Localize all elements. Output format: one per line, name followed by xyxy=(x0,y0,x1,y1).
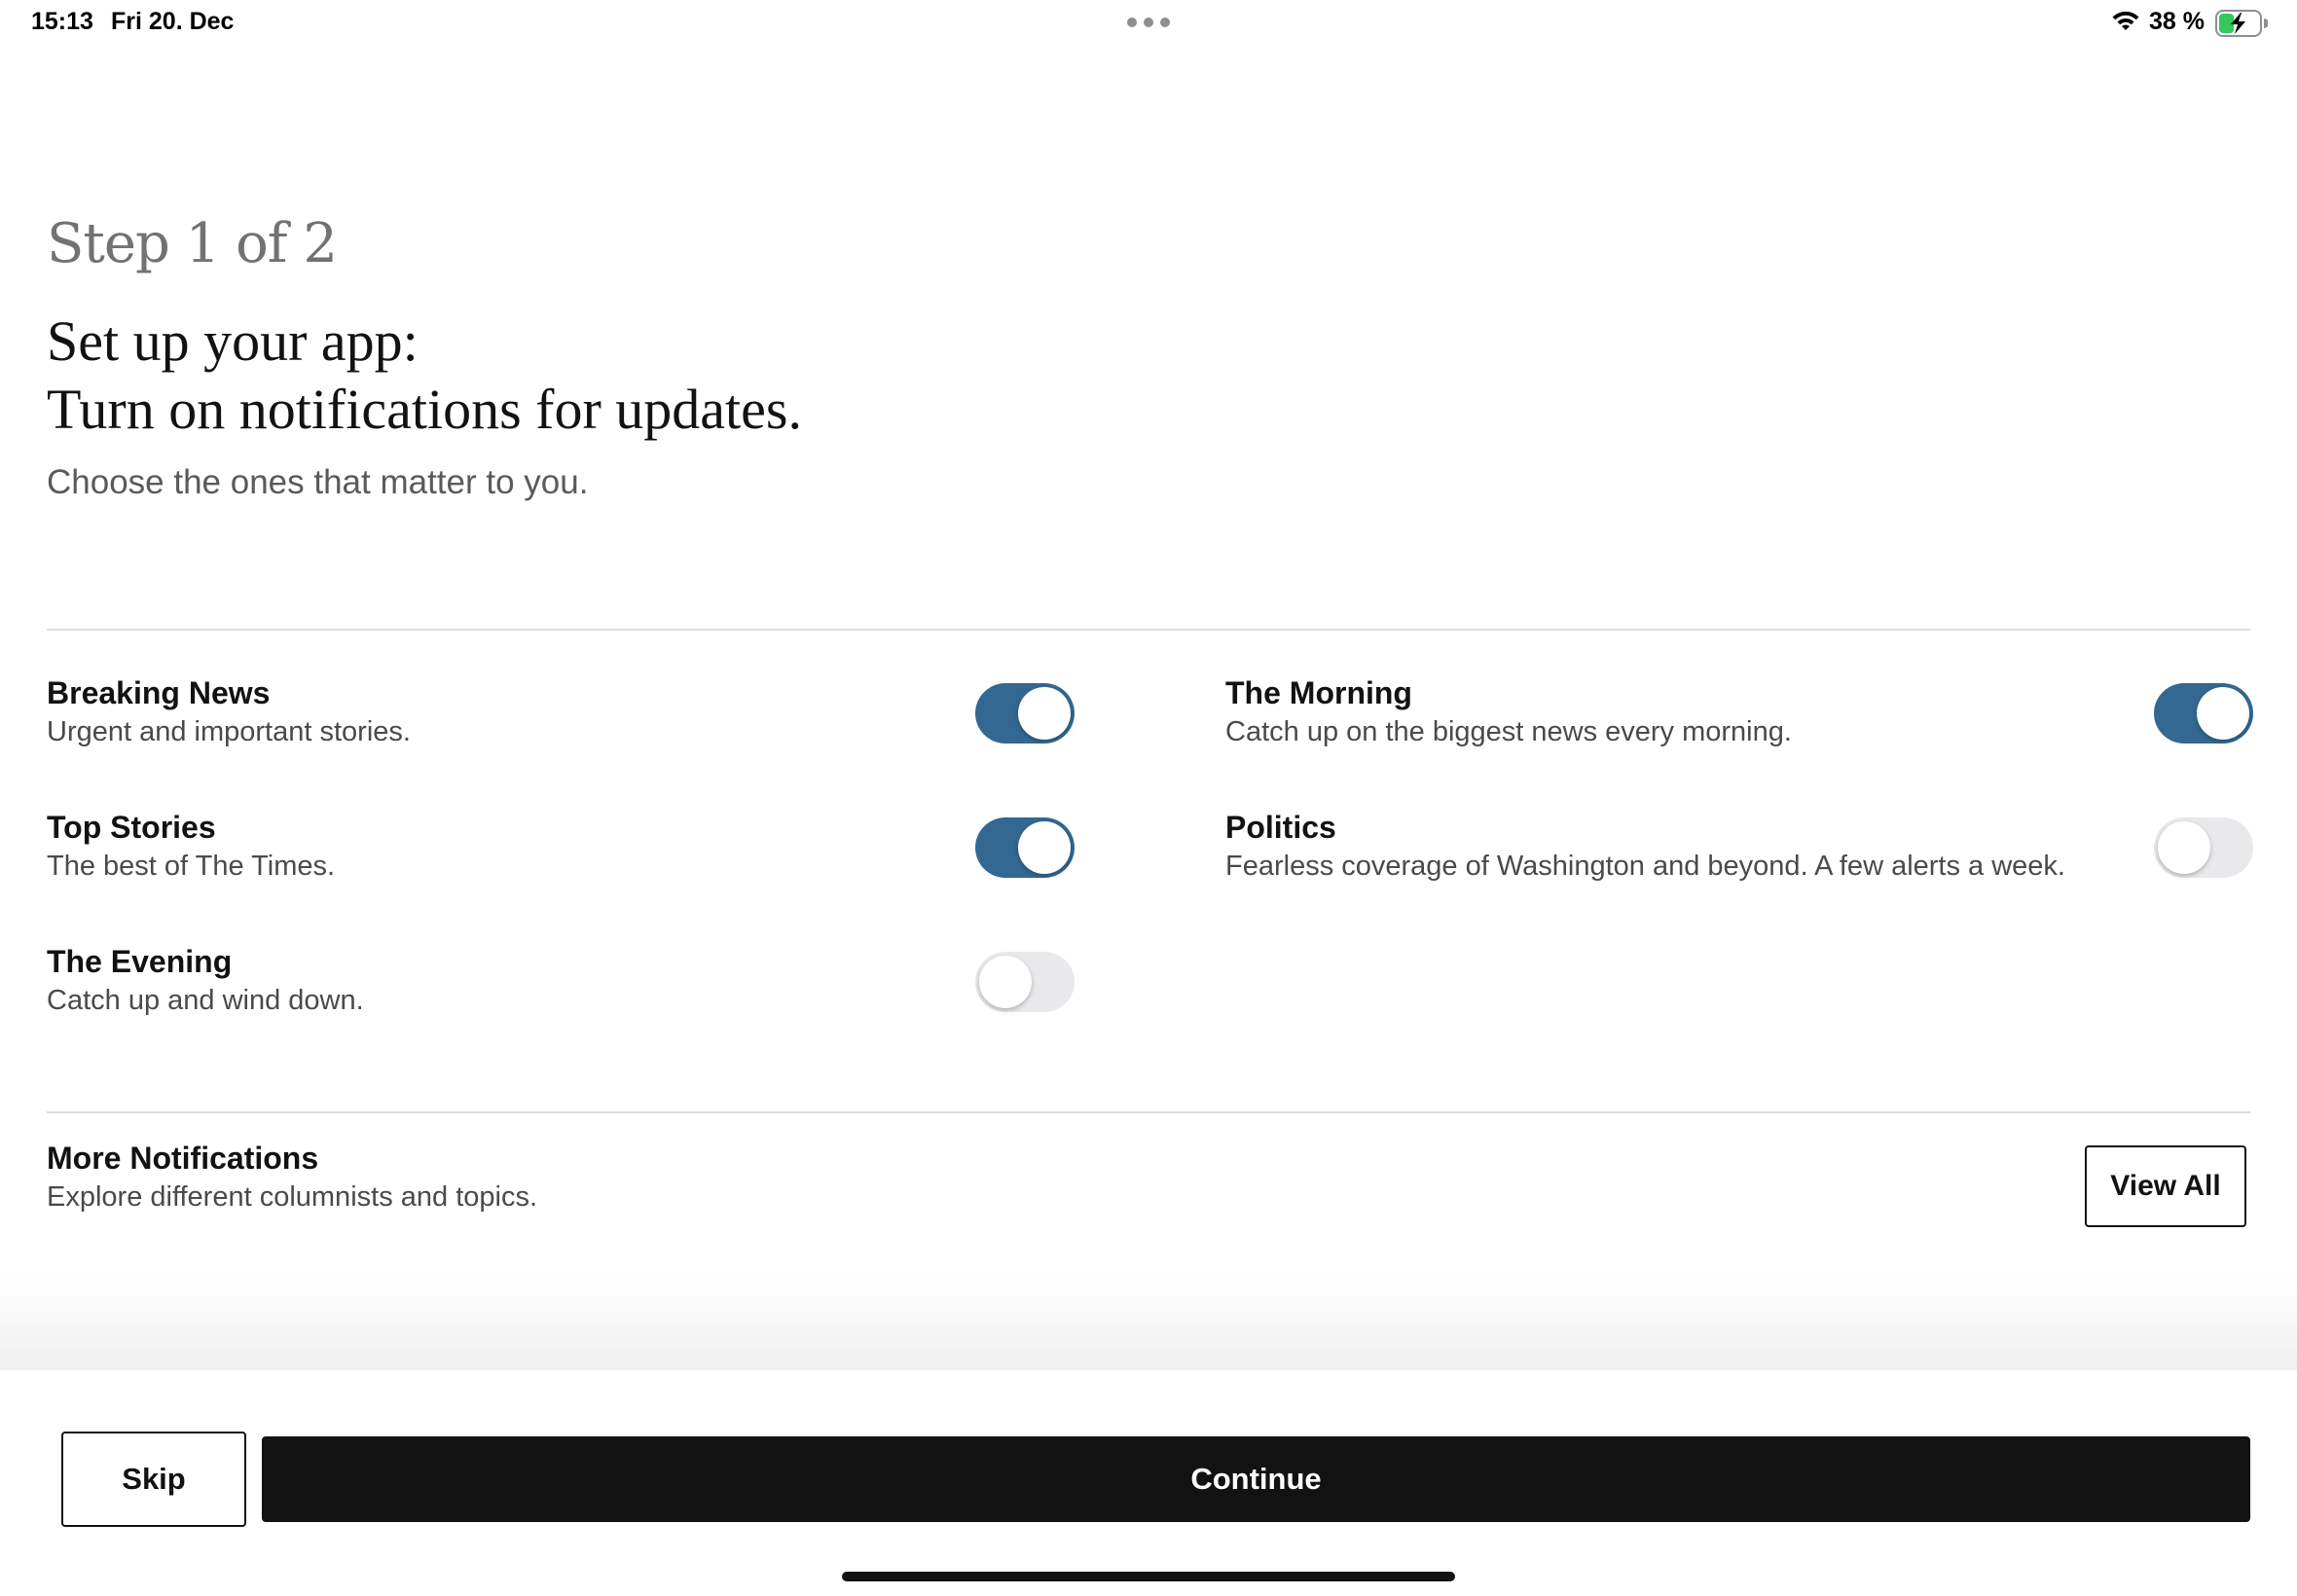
notification-title: Top Stories xyxy=(47,810,216,845)
page-subtitle: Choose the ones that matter to you. xyxy=(47,463,589,501)
notification-title: The Morning xyxy=(1225,675,1412,710)
continue-button[interactable]: Continue xyxy=(262,1436,2250,1522)
battery-percent: 38 % xyxy=(2149,8,2205,35)
status-date: Fri 20. Dec xyxy=(111,8,235,35)
view-all-button[interactable]: View All xyxy=(2085,1145,2246,1227)
footer-shadow xyxy=(0,1275,2297,1372)
toggle-knob xyxy=(2197,687,2249,740)
notification-top-stories: Top Stories The best of The Times. xyxy=(47,810,1078,888)
notification-breaking-news: Breaking News Urgent and important stori… xyxy=(47,675,1078,753)
divider xyxy=(47,629,2250,631)
notification-the-evening: The Evening Catch up and wind down. xyxy=(47,944,1078,1022)
skip-button[interactable]: Skip xyxy=(61,1432,246,1527)
toggle-breaking-news[interactable] xyxy=(975,683,1075,744)
toggle-politics[interactable] xyxy=(2154,817,2253,878)
page-title: Set up your app: Turn on notifications f… xyxy=(47,308,802,444)
toggle-knob xyxy=(2158,821,2210,874)
notification-description: Catch up on the biggest news every morni… xyxy=(1225,716,1792,747)
notification-politics: Politics Fearless coverage of Washington… xyxy=(1225,810,2101,888)
wifi-icon xyxy=(2112,11,2139,30)
toggle-knob xyxy=(1018,687,1071,740)
page-title-line-2: Turn on notifications for updates. xyxy=(47,378,802,441)
notification-description: Urgent and important stories. xyxy=(47,716,411,747)
notification-title: The Evening xyxy=(47,944,233,979)
page-title-line-1: Set up your app: xyxy=(47,309,419,373)
more-notifications-title: More Notifications xyxy=(47,1141,319,1176)
divider xyxy=(47,1111,2250,1113)
notification-title: Politics xyxy=(1225,810,1336,845)
toggle-knob xyxy=(1018,821,1071,874)
notification-the-morning: The Morning Catch up on the biggest news… xyxy=(1225,675,2101,753)
step-indicator: Step 1 of 2 xyxy=(47,212,338,275)
notification-description: Fearless coverage of Washington and beyo… xyxy=(1225,851,2065,882)
toggle-top-stories[interactable] xyxy=(975,817,1075,878)
toggle-the-morning[interactable] xyxy=(2154,683,2253,744)
notification-description: Catch up and wind down. xyxy=(47,985,364,1016)
home-indicator[interactable] xyxy=(842,1572,1455,1581)
status-bar: 15:13 Fri 20. Dec 38 % xyxy=(0,0,2297,49)
battery-charging-icon xyxy=(2215,10,2268,37)
toggle-knob xyxy=(979,956,1032,1008)
multitasking-dots-icon[interactable] xyxy=(1127,18,1170,27)
more-notifications-description: Explore different columnists and topics. xyxy=(47,1181,538,1213)
toggle-the-evening[interactable] xyxy=(975,952,1075,1012)
notification-description: The best of The Times. xyxy=(47,851,336,882)
notification-title: Breaking News xyxy=(47,675,271,710)
status-time: 15:13 xyxy=(31,8,93,35)
